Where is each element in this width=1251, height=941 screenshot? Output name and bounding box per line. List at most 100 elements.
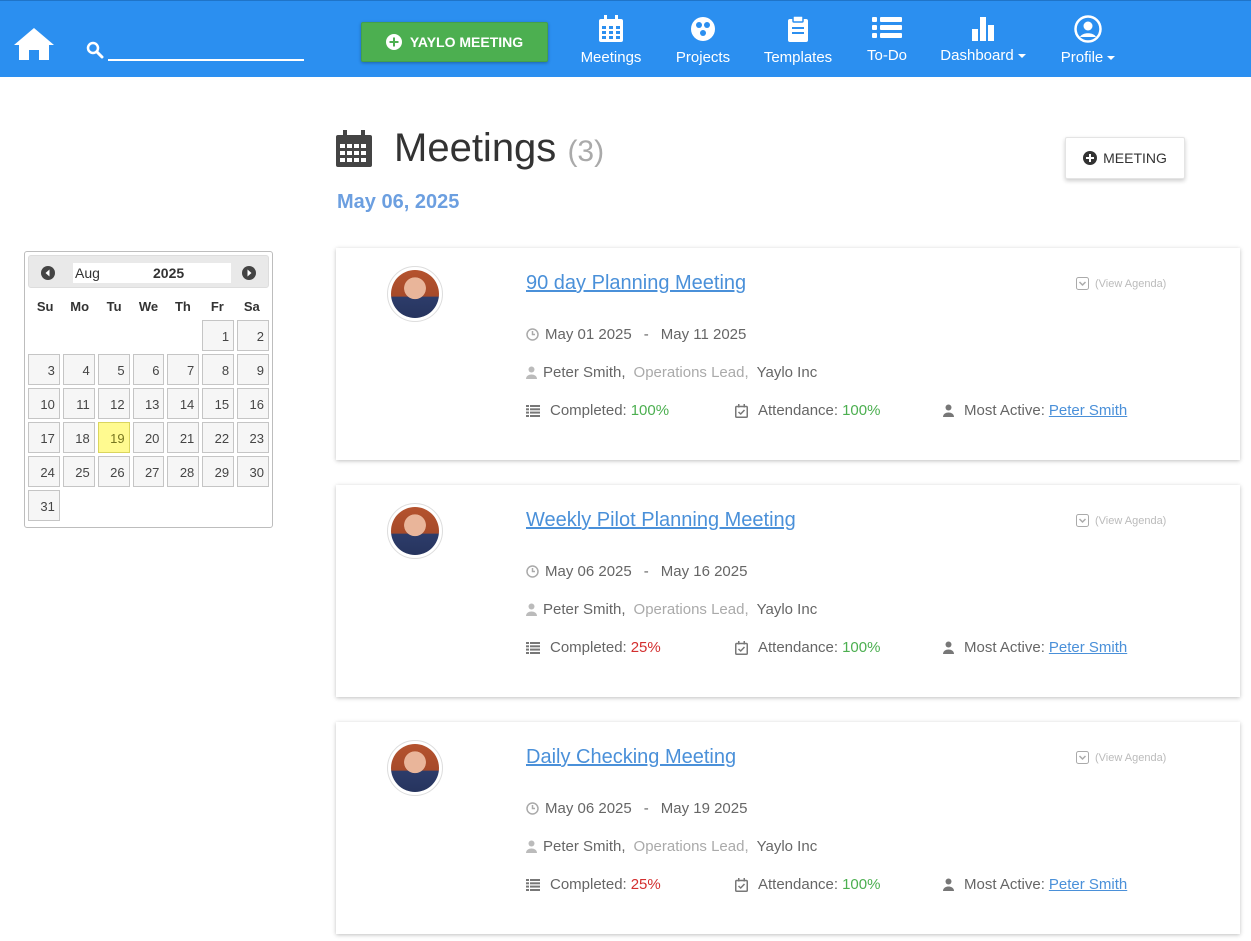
completed-stat: Completed: 100% bbox=[526, 402, 669, 419]
list-icon bbox=[526, 404, 540, 417]
chevron-down-icon bbox=[1017, 54, 1026, 59]
most-active-label: Most Active: bbox=[964, 639, 1045, 656]
calendar-day[interactable]: 24 bbox=[28, 456, 60, 487]
calendar-day[interactable]: 25 bbox=[62, 456, 95, 487]
calendar-check-icon bbox=[735, 640, 748, 655]
next-month-icon[interactable] bbox=[242, 266, 256, 280]
calendar-empty-cell bbox=[28, 320, 60, 351]
calendar-day[interactable]: 1 bbox=[202, 320, 235, 351]
calendar-day[interactable]: 5 bbox=[97, 354, 130, 385]
calendar-day[interactable]: 3 bbox=[28, 354, 60, 385]
calendar-year[interactable]: 2025 bbox=[153, 265, 184, 281]
calendar-day-today[interactable]: 19 bbox=[97, 422, 130, 453]
view-agenda-link[interactable]: (View Agenda) bbox=[1076, 514, 1166, 527]
user-icon bbox=[943, 641, 954, 654]
calendar-day[interactable]: 26 bbox=[97, 456, 130, 487]
calendar-day[interactable]: 15 bbox=[202, 388, 235, 419]
view-agenda-link[interactable]: (View Agenda) bbox=[1076, 751, 1166, 764]
calendar-day[interactable]: 31 bbox=[28, 490, 60, 521]
calendar-day[interactable]: 27 bbox=[132, 456, 165, 487]
weekday-label: Su bbox=[36, 298, 54, 314]
calendar-month[interactable]: Aug bbox=[75, 265, 100, 281]
calendar-day[interactable]: 28 bbox=[167, 456, 200, 487]
calendar-empty-cell bbox=[63, 320, 95, 351]
calendar-day[interactable]: 13 bbox=[132, 388, 165, 419]
most-active-label: Most Active: bbox=[964, 402, 1045, 419]
nav-todo[interactable]: To-Do bbox=[862, 15, 912, 75]
weekday-label: Mo bbox=[70, 298, 90, 314]
owner-company: Yaylo Inc bbox=[756, 838, 818, 855]
month-year-display: Aug 2025 bbox=[73, 263, 231, 283]
calendar-day[interactable]: 16 bbox=[237, 388, 269, 419]
attendance-label: Attendance: bbox=[758, 639, 839, 656]
most-active-user-link[interactable]: Peter Smith bbox=[1049, 402, 1127, 419]
most-active-user-link[interactable]: Peter Smith bbox=[1049, 876, 1127, 893]
attendance-label: Attendance: bbox=[758, 876, 839, 893]
nav-meetings[interactable]: Meetings bbox=[580, 15, 642, 75]
attendance-stat: Attendance: 100% bbox=[735, 876, 880, 893]
calendar-day[interactable]: 14 bbox=[167, 388, 200, 419]
add-meeting-button[interactable]: MEETING bbox=[1065, 137, 1185, 179]
attendance-value: 100% bbox=[842, 876, 881, 893]
prev-month-icon[interactable] bbox=[41, 266, 55, 280]
calendar-day[interactable]: 6 bbox=[132, 354, 165, 385]
completed-label: Completed: bbox=[550, 402, 627, 419]
attendance-stat: Attendance: 100% bbox=[735, 639, 880, 656]
calendar-day[interactable]: 4 bbox=[62, 354, 95, 385]
avatar-photo bbox=[391, 270, 439, 318]
page-title: Meetings (3) bbox=[394, 126, 604, 171]
calendar-day[interactable]: 20 bbox=[132, 422, 165, 453]
date-separator: - bbox=[643, 326, 649, 343]
home-icon[interactable] bbox=[12, 26, 56, 62]
weekday-header: Su Mo Tu We Th Fr Sa bbox=[28, 292, 269, 320]
calendar-day[interactable]: 7 bbox=[167, 354, 200, 385]
nav-projects[interactable]: Projects bbox=[672, 15, 734, 75]
top-navbar: YAYLO MEETING Meetings Projects Template… bbox=[0, 0, 1251, 77]
calendar-empty-cell bbox=[167, 320, 199, 351]
avatar bbox=[387, 266, 443, 322]
meeting-title-link[interactable]: Daily Checking Meeting bbox=[526, 746, 736, 769]
most-active-label: Most Active: bbox=[964, 876, 1045, 893]
most-active-stat: Most Active: Peter Smith bbox=[943, 402, 1127, 419]
search-icon[interactable] bbox=[86, 41, 104, 59]
calendar-day[interactable]: 2 bbox=[237, 320, 269, 351]
nav-dashboard[interactable]: Dashboard bbox=[938, 15, 1028, 75]
calendar-day[interactable]: 30 bbox=[237, 456, 269, 487]
calendar-day[interactable]: 11 bbox=[62, 388, 95, 419]
calendar-grid: 1 2 3 4 5 6 7 8 9 10 11 12 13 14 15 16 17 18 19 20 21 22 23 24 2… bbox=[28, 320, 269, 521]
selected-date: May 06, 2025 bbox=[337, 191, 460, 213]
yaylo-meeting-button[interactable]: YAYLO MEETING bbox=[361, 22, 548, 62]
user-icon bbox=[943, 878, 954, 891]
most-active-user-link[interactable]: Peter Smith bbox=[1049, 639, 1127, 656]
user-icon bbox=[526, 366, 537, 379]
meeting-title-link[interactable]: 90 day Planning Meeting bbox=[526, 272, 746, 295]
calendar-day[interactable]: 9 bbox=[237, 354, 269, 385]
meeting-count: (3) bbox=[567, 135, 605, 168]
calendar-day[interactable]: 29 bbox=[202, 456, 235, 487]
nav-templates[interactable]: Templates bbox=[762, 15, 834, 75]
calendar-check-icon bbox=[735, 877, 748, 892]
meeting-card: 90 day Planning Meeting (View Agenda) Ma… bbox=[336, 248, 1240, 460]
date-range: May 06 2025 - May 16 2025 bbox=[526, 563, 747, 580]
date-separator: - bbox=[643, 563, 649, 580]
nav-profile[interactable]: Profile bbox=[1057, 15, 1119, 75]
meeting-card: Weekly Pilot Planning Meeting (View Agen… bbox=[336, 485, 1240, 697]
meeting-title-link[interactable]: Weekly Pilot Planning Meeting bbox=[526, 509, 796, 532]
calendar-day[interactable]: 18 bbox=[62, 422, 95, 453]
owner-info: Peter Smith, Operations Lead, Yaylo Inc bbox=[526, 838, 817, 855]
calendar-header: Aug 2025 bbox=[28, 255, 269, 288]
list-icon bbox=[526, 878, 540, 891]
search-input[interactable] bbox=[108, 37, 304, 61]
view-agenda-link[interactable]: (View Agenda) bbox=[1076, 277, 1166, 290]
calendar-day[interactable]: 12 bbox=[97, 388, 130, 419]
calendar-day[interactable]: 10 bbox=[28, 388, 60, 419]
date-range: May 01 2025 - May 11 2025 bbox=[526, 326, 746, 343]
calendar-day[interactable]: 22 bbox=[202, 422, 235, 453]
user-icon bbox=[526, 840, 537, 853]
start-date: May 06 2025 bbox=[545, 800, 632, 817]
list-icon bbox=[526, 641, 540, 654]
calendar-day[interactable]: 17 bbox=[28, 422, 60, 453]
calendar-day[interactable]: 23 bbox=[237, 422, 269, 453]
calendar-day[interactable]: 21 bbox=[167, 422, 200, 453]
calendar-day[interactable]: 8 bbox=[202, 354, 235, 385]
